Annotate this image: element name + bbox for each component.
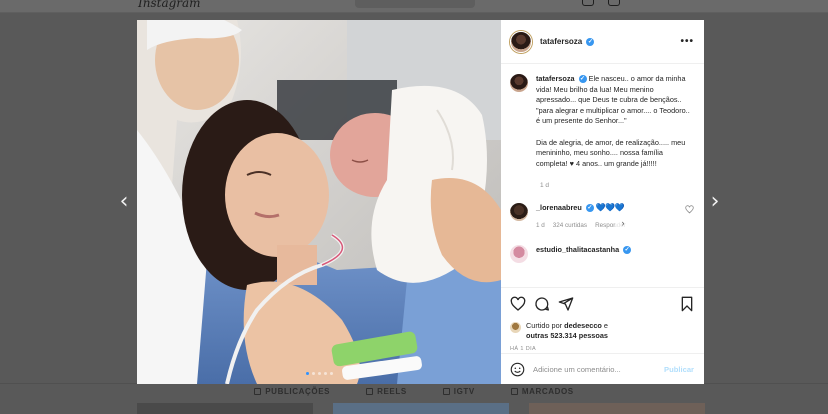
background-header: Instagram — [0, 0, 828, 13]
comment-body: estudio_thalitacastanha ✓ — [536, 245, 632, 255]
carousel-dot — [311, 372, 315, 375]
igtv-icon — [442, 388, 450, 395]
verified-badge-icon: ✓ — [578, 75, 587, 84]
heart-icon[interactable] — [510, 296, 526, 312]
emoji-icon[interactable] — [510, 362, 525, 377]
tab-label: REELS — [377, 387, 407, 396]
commenter-avatar[interactable] — [510, 244, 528, 263]
publish-button[interactable]: Publicar — [664, 365, 694, 374]
carousel-dot — [317, 372, 321, 375]
profile-grid — [137, 403, 705, 414]
commenter-avatar[interactable] — [510, 202, 528, 221]
liked-by: Curtido por dedesecco e outras 523.314 p… — [510, 321, 694, 341]
liked-by-prefix: Curtido por — [526, 321, 563, 330]
liked-by-suffix: e — [603, 321, 608, 330]
comment-item: estudio_thalitacastanha ✓ — [510, 244, 694, 263]
post-photo[interactable] — [137, 20, 501, 384]
username-text: tatafersoza — [540, 37, 583, 46]
tab-label: MARCADOS — [521, 387, 574, 396]
liked-by-text: Curtido por dedesecco e outras 523.314 p… — [526, 321, 608, 341]
activity-icon[interactable] — [608, 0, 620, 6]
tab-reels[interactable]: REELS — [366, 386, 407, 397]
explore-icon[interactable] — [582, 0, 594, 6]
carousel-dots — [137, 372, 501, 375]
comment-text: 💙💙💙 — [595, 202, 625, 212]
previous-post-arrow-icon[interactable]: ‹ — [116, 190, 132, 214]
liker-username[interactable]: dedesecco — [564, 321, 602, 330]
tagged-icon — [510, 388, 518, 395]
caption-time: 1 d — [540, 181, 550, 189]
post-header: tatafersoza ✓ ••• — [501, 20, 704, 64]
caption-text: tatafersoza ✓ Ele nasceu.. o amor da min… — [536, 74, 694, 180]
comment-icon[interactable] — [534, 296, 550, 312]
tab-publicacoes[interactable]: PUBLICAÇÕES — [254, 386, 330, 397]
search-bar[interactable] — [355, 0, 475, 8]
header-icons — [582, 0, 620, 6]
post-modal: tatafersoza ✓ ••• tatafersoza ✓ Ele nasc… — [137, 20, 704, 384]
verified-badge-icon: ✓ — [585, 204, 594, 213]
grid-icon — [254, 388, 262, 395]
profile-tabs: PUBLICAÇÕES REELS IGTV MARCADOS — [0, 383, 828, 397]
post-actions: Curtido por dedesecco e outras 523.314 p… — [501, 287, 704, 353]
caption-paragraph-1: tatafersoza ✓ Ele nasceu.. o amor da min… — [536, 74, 694, 127]
grid-thumbnail[interactable] — [529, 403, 705, 414]
tab-label: IGTV — [453, 387, 475, 396]
tab-igtv[interactable]: IGTV — [442, 386, 475, 397]
post-sidebar: tatafersoza ✓ ••• tatafersoza ✓ Ele nasc… — [501, 20, 704, 384]
caption-avatar[interactable] — [510, 74, 528, 92]
more-options-icon[interactable]: ••• — [680, 36, 694, 47]
verified-badge-icon: ✓ — [623, 246, 632, 255]
likes-count[interactable]: outras 523.314 pessoas — [526, 331, 608, 340]
grid-thumbnail[interactable] — [333, 403, 509, 414]
instagram-logo[interactable]: Instagram — [138, 0, 201, 10]
author-username[interactable]: tatafersoza ✓ — [540, 37, 595, 46]
comments-section: tatafersoza ✓ Ele nasceu.. o amor da min… — [501, 64, 704, 287]
comment-item: _lorenaabreu ✓ 💙💙💙 1 d 324 curtidas Resp… — [510, 202, 694, 231]
caption-paragraph-2: Dia de alegria, de amor, de realização..… — [536, 137, 686, 168]
slide-next-icon[interactable]: › — [615, 215, 631, 231]
heart-outline-icon[interactable] — [685, 205, 694, 214]
author-avatar[interactable] — [510, 30, 532, 53]
carousel-dot — [323, 372, 327, 375]
carousel-dot — [305, 372, 309, 375]
caption-username[interactable]: tatafersoza — [536, 74, 575, 83]
share-icon[interactable] — [558, 296, 574, 312]
comment-time: 1 d — [536, 221, 545, 229]
tab-label: PUBLICAÇÕES — [265, 387, 331, 396]
commenter-username[interactable]: estudio_thalitacastanha — [536, 245, 619, 254]
bookmark-icon[interactable] — [680, 296, 694, 312]
comment-likes[interactable]: 324 curtidas — [553, 221, 587, 231]
post-photo-image — [137, 20, 501, 384]
tab-marcados[interactable]: MARCADOS — [510, 386, 574, 397]
caption: tatafersoza ✓ Ele nasceu.. o amor da min… — [510, 74, 694, 180]
add-comment-bar: Publicar — [501, 353, 704, 384]
verified-badge-icon: ✓ — [586, 37, 595, 46]
liker-avatar[interactable] — [510, 322, 521, 333]
commenter-username[interactable]: _lorenaabreu — [536, 203, 582, 212]
carousel-dot — [329, 372, 333, 375]
reels-icon — [366, 388, 374, 395]
commenter-username-text: _lorenaabreu — [536, 202, 582, 212]
comment-meta: 1 d 324 curtidas Responder — [536, 221, 626, 231]
next-post-arrow-icon[interactable]: › — [707, 190, 723, 214]
commenter-username-text: estudio_thalitacastanha — [536, 244, 620, 254]
action-bar — [510, 296, 694, 312]
comment-body: _lorenaabreu ✓ 💙💙💙 1 d 324 curtidas Resp… — [536, 203, 626, 231]
comment-input[interactable] — [533, 364, 651, 374]
post-date: HÁ 1 DIA — [510, 346, 537, 353]
grid-thumbnail[interactable] — [137, 403, 313, 414]
